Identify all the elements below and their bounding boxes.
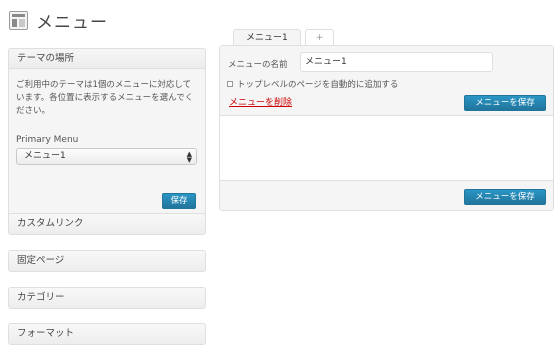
- menu-editor-icon: [9, 11, 28, 30]
- page-title: メニュー: [36, 13, 108, 33]
- select-arrows-icon: ▲ ▼: [186, 150, 192, 164]
- custom-links-box[interactable]: カスタムリンク: [8, 213, 206, 235]
- save-locations-button[interactable]: 保存: [162, 193, 196, 209]
- primary-menu-select-value: メニュー1: [24, 151, 66, 161]
- auto-add-pages-option[interactable]: トップレベルのページを自動的に追加する: [227, 78, 398, 90]
- delete-menu-link[interactable]: メニューを削除: [229, 95, 292, 108]
- add-menu-tab[interactable]: +: [304, 29, 335, 46]
- save-menu-button-bottom[interactable]: メニューを保存: [464, 189, 546, 205]
- menu-tabs: メニュー1 +: [233, 29, 338, 46]
- primary-menu-select[interactable]: メニュー1 ▲ ▼: [16, 148, 197, 165]
- page-header: メニュー: [9, 8, 108, 33]
- theme-locations-title[interactable]: テーマの場所: [9, 49, 205, 69]
- primary-menu-label: Primary Menu: [16, 135, 79, 145]
- menu-editor-footer: メニューを保存: [220, 180, 553, 210]
- menu-editor: メニューの名前 メニュー1 トップレベルのページを自動的に追加する メニューを削…: [219, 45, 554, 211]
- menu-name-label: メニューの名前: [228, 60, 288, 70]
- formats-box[interactable]: フォーマット: [8, 323, 206, 345]
- auto-add-pages-checkbox[interactable]: [227, 81, 233, 87]
- menu-name-input[interactable]: メニュー1: [300, 52, 493, 72]
- categories-box[interactable]: カテゴリー: [8, 287, 206, 309]
- tab-menu-1[interactable]: メニュー1: [233, 29, 301, 46]
- save-menu-button[interactable]: メニューを保存: [464, 95, 546, 111]
- pages-box[interactable]: 固定ページ: [8, 250, 206, 272]
- menu-editor-header: メニューの名前 メニュー1 トップレベルのページを自動的に追加する メニューを削…: [220, 46, 553, 116]
- auto-add-pages-label: トップレベルのページを自動的に追加する: [237, 80, 399, 90]
- theme-locations-box: テーマの場所 ご利用中のテーマは1個のメニューに対応しています。各位置に表示する…: [8, 48, 206, 218]
- theme-locations-description: ご利用中のテーマは1個のメニューに対応しています。各位置に表示するメニューを選ん…: [16, 80, 194, 116]
